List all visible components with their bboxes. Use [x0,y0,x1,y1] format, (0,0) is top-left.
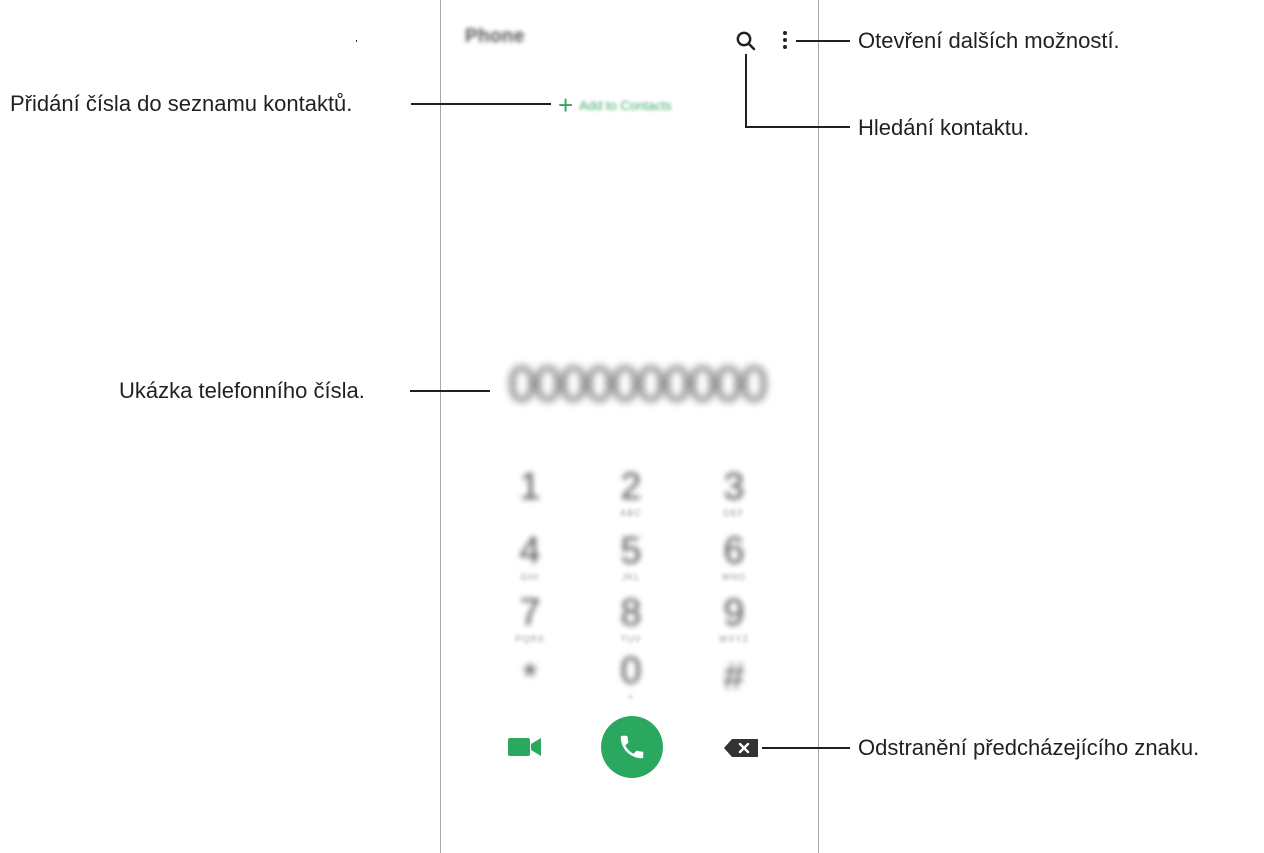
dial-key-hash[interactable]: # [699,656,769,708]
dial-key-digit: 8 [620,592,642,634]
add-to-contacts-button[interactable]: + Add to Contacts [558,92,672,118]
dial-key-digit: * [522,656,538,698]
dial-key-digit: 5 [620,530,642,572]
dial-key-digit: 1 [519,466,541,508]
phone-call-icon [620,735,644,759]
dial-key-7[interactable]: 7 PQRS [495,592,565,644]
dial-key-letters: TUV [620,634,642,644]
dial-key-letters: WXYZ [719,634,749,644]
dial-key-letters [495,508,565,518]
leader-line-search [745,126,850,128]
leader-line-delete [762,747,850,749]
app-title: Phone [465,26,525,47]
plus-icon: + [558,90,574,120]
dial-key-8[interactable]: 8 TUV [596,592,666,644]
dial-key-5[interactable]: 5 JKL [596,530,666,582]
leader-line-more-options [796,40,850,42]
call-button[interactable] [601,716,663,778]
dial-key-digit: # [723,656,745,698]
dial-key-6[interactable]: 6 MNO [699,530,769,582]
leader-line-number-preview [410,390,490,392]
callout-add-to-contacts: Přidání čísla do seznamu kontaktů. [10,91,353,116]
callout-delete-char: Odstranění předcházejícího znaku. [858,735,1200,760]
leader-line [356,40,357,42]
dial-key-letters [495,698,565,708]
dial-key-letters: + [627,692,635,702]
dial-key-digit: 2 [620,466,642,508]
dial-key-3[interactable]: 3 DEF [699,466,769,518]
dial-key-letters: PQRS [515,634,545,644]
dial-key-9[interactable]: 9 WXYZ [699,592,769,644]
dial-key-digit: 7 [519,592,541,634]
dial-key-digit: 4 [519,530,541,572]
dial-key-letters: DEF [723,508,745,518]
dial-key-2[interactable]: 2 ABC [596,466,666,518]
add-to-contacts-label: Add to Contacts [579,97,672,113]
dial-key-4[interactable]: 4 GHI [495,530,565,582]
dial-key-digit: 6 [723,530,745,572]
video-call-icon[interactable] [507,735,543,759]
phone-number-display: 0000000000 [507,356,768,412]
dial-key-digit: 9 [723,592,745,634]
callout-more-options: Otevření dalších možností. [858,28,1120,53]
leader-line-add-contacts [411,103,551,105]
backspace-icon[interactable] [723,738,759,758]
dial-key-letters: MNO [722,572,746,582]
dial-key-letters: GHI [520,572,540,582]
dial-key-1[interactable]: 1 [495,466,565,518]
dial-key-letters [699,698,769,708]
dial-key-star[interactable]: * [495,656,565,708]
callout-search-contact: Hledání kontaktu. [858,115,1030,140]
dial-key-0[interactable]: 0 + [596,650,666,702]
dial-key-digit: 0 [620,650,642,692]
callout-number-preview: Ukázka telefonního čísla. [119,378,365,403]
search-icon[interactable] [735,30,757,52]
dial-key-digit: 3 [723,466,745,508]
leader-line-search-vertical [745,54,747,128]
dial-key-letters: JKL [621,572,641,582]
dial-key-letters: ABC [620,508,642,518]
more-options-icon[interactable] [780,29,790,51]
